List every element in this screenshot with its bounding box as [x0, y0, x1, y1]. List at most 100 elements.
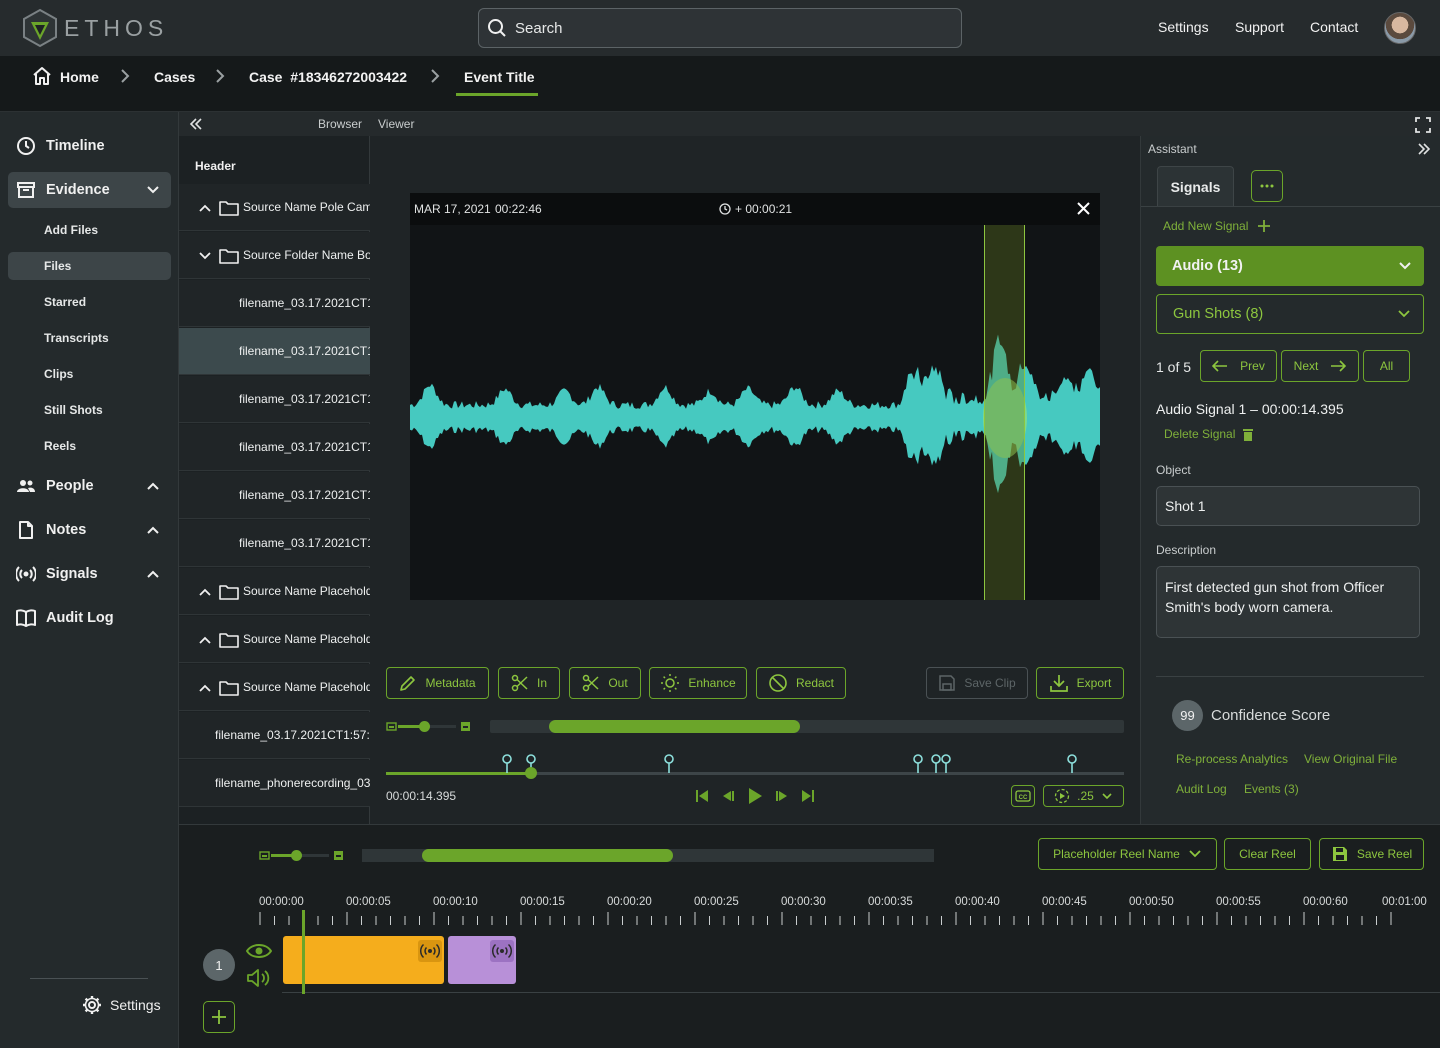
step-back-icon[interactable] [721, 789, 735, 803]
timeline-scroll-thumb[interactable] [549, 720, 800, 733]
chevron-up-icon[interactable] [198, 633, 212, 647]
audit-log-link[interactable]: Audit Log [1176, 782, 1227, 796]
chevron-down-icon[interactable] [146, 183, 160, 197]
redact-button[interactable]: Redact [756, 667, 846, 699]
sidebar-sub-starred[interactable]: Starred [44, 295, 86, 309]
reel-scroll-thumb[interactable] [422, 849, 673, 862]
signal-marker-pin[interactable] [663, 754, 675, 774]
browser-file-row[interactable]: filename_03.17.2021CT1:57 [179, 472, 370, 519]
sidebar-settings[interactable]: Settings [82, 995, 161, 1015]
breadcrumb-event[interactable]: Event Title [464, 69, 535, 85]
browser-file-row[interactable]: filename_03.17.2021CT1:57 [179, 280, 370, 327]
collapse-left-icon[interactable] [189, 118, 203, 130]
export-button[interactable]: Export [1036, 667, 1124, 699]
chevron-up-icon[interactable] [146, 479, 160, 493]
contact-link[interactable]: Contact [1310, 19, 1358, 35]
next-signal-button[interactable]: Next [1281, 350, 1359, 382]
tab-signals[interactable]: Signals [1157, 166, 1234, 206]
sidebar-item-signals[interactable]: Signals [16, 556, 98, 592]
breadcrumb-case[interactable]: Case #18346272003422 [249, 69, 407, 85]
browser-folder-row[interactable]: Source Name Pole Camera [179, 184, 370, 231]
zoom-in-icon[interactable] [333, 850, 344, 861]
playback-speed-select[interactable]: .25 [1043, 785, 1124, 807]
avatar[interactable] [1384, 12, 1416, 44]
browser-file-row[interactable]: filename_phonerecording_03.17 [179, 760, 370, 807]
sidebar-sub-reels[interactable]: Reels [44, 439, 76, 453]
all-signals-button[interactable]: All [1363, 350, 1410, 382]
play-icon[interactable] [747, 787, 763, 805]
volume-icon[interactable] [246, 968, 272, 988]
view-original-file-link[interactable]: View Original File [1304, 752, 1397, 766]
metadata-button[interactable]: Metadata [386, 667, 489, 699]
support-link[interactable]: Support [1235, 19, 1284, 35]
browser-folder-row[interactable]: Source Name Placeholder [179, 568, 370, 615]
sidebar-item-people[interactable]: People [16, 468, 94, 504]
reel-name-dropdown[interactable]: Placeholder Reel Name [1038, 838, 1217, 870]
browser-file-row[interactable]: filename_03.17.2021CT1:57 [179, 520, 370, 567]
chevron-up-icon[interactable] [198, 681, 212, 695]
collapse-right-icon[interactable] [1417, 143, 1431, 155]
delete-signal-link[interactable]: Delete Signal [1164, 427, 1254, 441]
signal-marker-pin[interactable] [501, 754, 513, 774]
save-clip-button[interactable]: Save Clip [926, 667, 1028, 699]
close-icon[interactable] [1076, 201, 1091, 216]
zoom-in-icon[interactable] [460, 721, 471, 732]
signal-marker-pin[interactable] [912, 754, 924, 774]
settings-link[interactable]: Settings [1158, 19, 1209, 35]
sidebar-sub-clips[interactable]: Clips [44, 367, 73, 381]
browser-folder-row[interactable]: Source Name Placeholder [179, 664, 370, 711]
browser-file-row[interactable]: filename_03.17.2021CT1:57 [179, 424, 370, 471]
signal-category-dropdown[interactable]: Audio (13) [1156, 246, 1424, 286]
zoom-out-icon[interactable] [386, 721, 397, 732]
step-forward-icon[interactable] [775, 789, 789, 803]
browser-folder-row[interactable]: Source Name Placeholder [179, 616, 370, 663]
sidebar-item-audit-log[interactable]: Audit Log [16, 600, 114, 636]
object-field[interactable]: Shot 1 [1156, 486, 1420, 526]
breadcrumb-home[interactable]: Home [60, 69, 99, 85]
sidebar-sub-still-shots[interactable]: Still Shots [44, 403, 103, 417]
signal-marker-pin[interactable] [940, 754, 952, 774]
scrubber-handle[interactable] [525, 767, 537, 779]
reprocess-analytics-link[interactable]: Re-process Analytics [1176, 752, 1288, 766]
in-button[interactable]: In [498, 667, 560, 699]
sidebar-sub-transcripts[interactable]: Transcripts [44, 331, 109, 345]
app-logo[interactable]: ETHOS [22, 6, 172, 50]
eye-icon[interactable] [246, 942, 272, 960]
sidebar-sub-files[interactable]: Files [44, 259, 71, 273]
clear-reel-button[interactable]: Clear Reel [1224, 838, 1311, 870]
chevron-up-icon[interactable] [198, 201, 212, 215]
signal-subcategory-dropdown[interactable]: Gun Shots (8) [1156, 294, 1424, 334]
browser-file-row[interactable]: filename_03.17.2021CT1:57 [179, 328, 370, 375]
description-field[interactable]: First detected gun shot from Officer Smi… [1156, 566, 1420, 638]
sidebar-item-notes[interactable]: Notes [16, 512, 86, 548]
signal-marker-pin[interactable] [1066, 754, 1078, 774]
chevron-up-icon[interactable] [146, 567, 160, 581]
browser-file-row[interactable]: filename_03.17.2021CT1:57:00 [179, 712, 370, 759]
captions-button[interactable]: CC [1011, 785, 1035, 807]
chevron-up-icon[interactable] [198, 585, 212, 599]
sidebar-item-timeline[interactable]: Timeline [16, 128, 105, 164]
more-options-button[interactable] [1251, 170, 1283, 202]
browser-file-row[interactable]: filename_03.17.2021CT1:57 [179, 376, 370, 423]
save-reel-button[interactable]: Save Reel [1319, 838, 1424, 870]
out-button[interactable]: Out [569, 667, 641, 699]
prev-signal-button[interactable]: Prev [1200, 350, 1277, 382]
browser-folder-row[interactable]: Source Folder Name Body Cam [179, 232, 370, 279]
breadcrumb-cases[interactable]: Cases [154, 69, 195, 85]
reel-zoom-handle[interactable] [291, 850, 302, 861]
search-input[interactable]: Search [478, 8, 962, 48]
enhance-button[interactable]: Enhance [649, 667, 747, 699]
chevron-down-icon[interactable] [198, 249, 212, 263]
skip-forward-icon[interactable] [801, 789, 815, 803]
zoom-slider-handle[interactable] [419, 721, 430, 732]
add-new-signal-link[interactable]: Add New Signal [1163, 219, 1271, 233]
events-link[interactable]: Events (3) [1244, 782, 1299, 796]
home-icon[interactable] [32, 66, 52, 86]
skip-back-icon[interactable] [695, 789, 709, 803]
sidebar-item-evidence[interactable]: Evidence [16, 172, 110, 208]
reel-playhead[interactable] [302, 910, 305, 994]
sidebar-sub-add-files[interactable]: Add Files [44, 223, 98, 237]
fullscreen-icon[interactable] [1415, 117, 1431, 133]
chevron-up-icon[interactable] [146, 523, 160, 537]
add-track-button[interactable] [203, 1001, 235, 1033]
